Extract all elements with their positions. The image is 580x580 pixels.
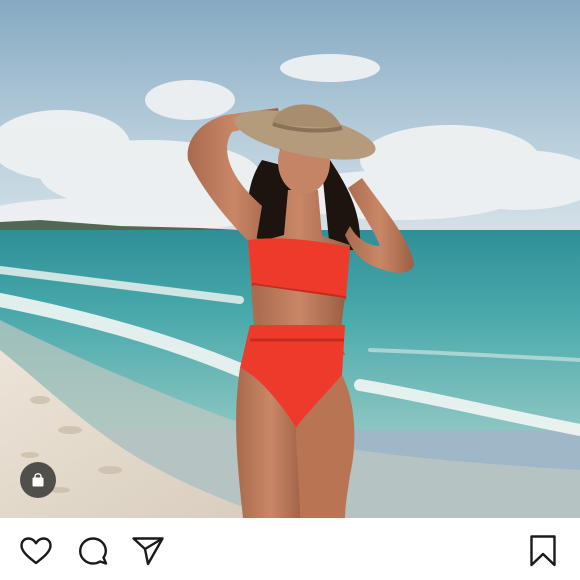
bookmark-icon bbox=[530, 535, 556, 567]
post-action-bar bbox=[0, 518, 580, 580]
instagram-post bbox=[0, 0, 580, 580]
beach-scene bbox=[0, 0, 580, 518]
like-button[interactable] bbox=[19, 534, 53, 568]
share-button[interactable] bbox=[131, 534, 165, 568]
save-button[interactable] bbox=[526, 534, 560, 568]
shopping-bag-badge[interactable] bbox=[20, 462, 56, 498]
post-photo[interactable] bbox=[0, 0, 580, 518]
speech-bubble-icon bbox=[79, 537, 108, 565]
heart-outline-icon bbox=[20, 537, 52, 565]
comment-button[interactable] bbox=[76, 534, 110, 568]
paper-plane-icon bbox=[132, 537, 164, 566]
shopping-bag-icon bbox=[32, 473, 44, 487]
